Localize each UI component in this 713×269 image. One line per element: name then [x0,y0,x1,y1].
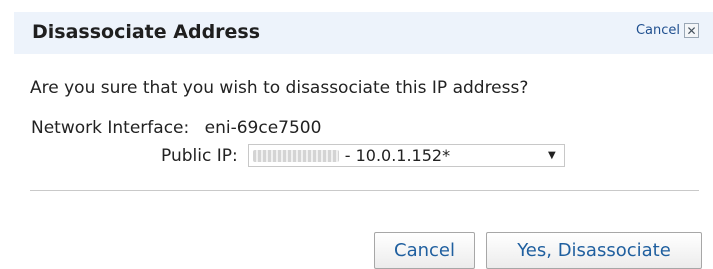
public-ip-selected-value: - 10.0.1.152* [344,146,451,165]
public-ip-label: Public IP: [161,145,238,166]
dialog-divider [30,190,699,191]
cancel-button[interactable]: Cancel [374,232,475,269]
dialog-header: Disassociate Address Cancel ✕ [14,12,713,54]
masked-ip-value [252,149,339,162]
header-cancel-button[interactable]: Cancel ✕ [636,23,699,38]
network-interface-label: Network Interface: [31,118,190,138]
dialog-title: Disassociate Address [32,21,261,43]
disassociate-address-dialog: Disassociate Address Cancel ✕ Are you su… [0,0,713,269]
confirmation-question: Are you sure that you wish to disassocia… [30,78,529,98]
yes-disassociate-button[interactable]: Yes, Disassociate [486,232,702,269]
network-interface-row: Network Interface: eni-69ce7500 [31,118,321,138]
header-cancel-label[interactable]: Cancel [636,23,680,38]
close-icon[interactable]: ✕ [684,23,699,38]
public-ip-row: Public IP: - 10.0.1.152* ▼ [161,144,565,167]
chevron-down-icon[interactable]: ▼ [548,145,556,166]
network-interface-value: eni-69ce7500 [204,118,322,138]
public-ip-select[interactable]: - 10.0.1.152* ▼ [247,144,565,167]
